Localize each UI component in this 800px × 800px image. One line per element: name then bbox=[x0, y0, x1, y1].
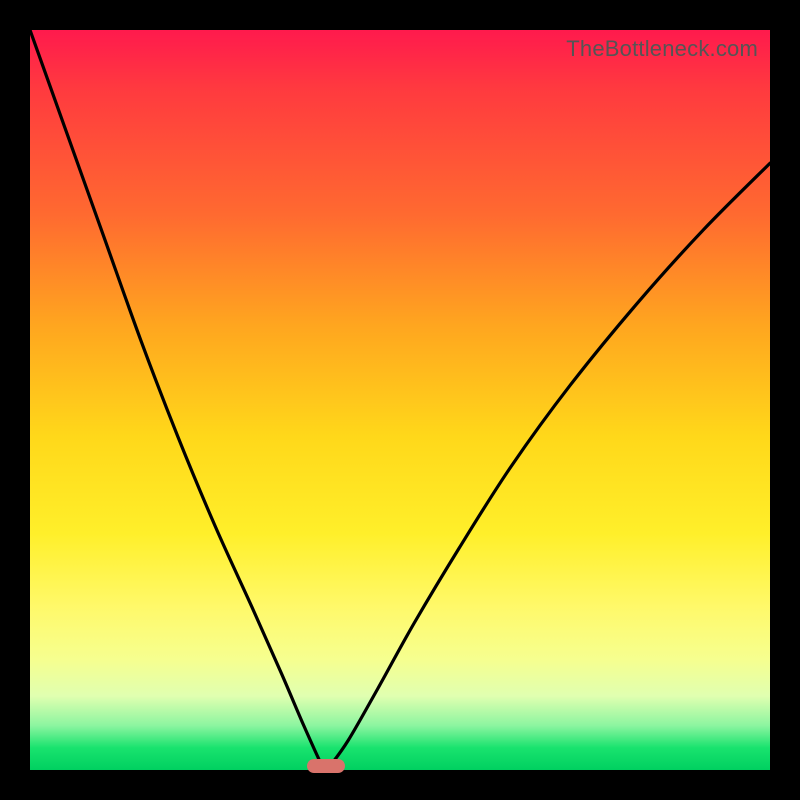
minimum-marker bbox=[307, 759, 345, 773]
plot-area: TheBottleneck.com bbox=[30, 30, 770, 770]
curve-path bbox=[30, 30, 770, 770]
bottleneck-curve bbox=[30, 30, 770, 770]
chart-frame: TheBottleneck.com bbox=[0, 0, 800, 800]
